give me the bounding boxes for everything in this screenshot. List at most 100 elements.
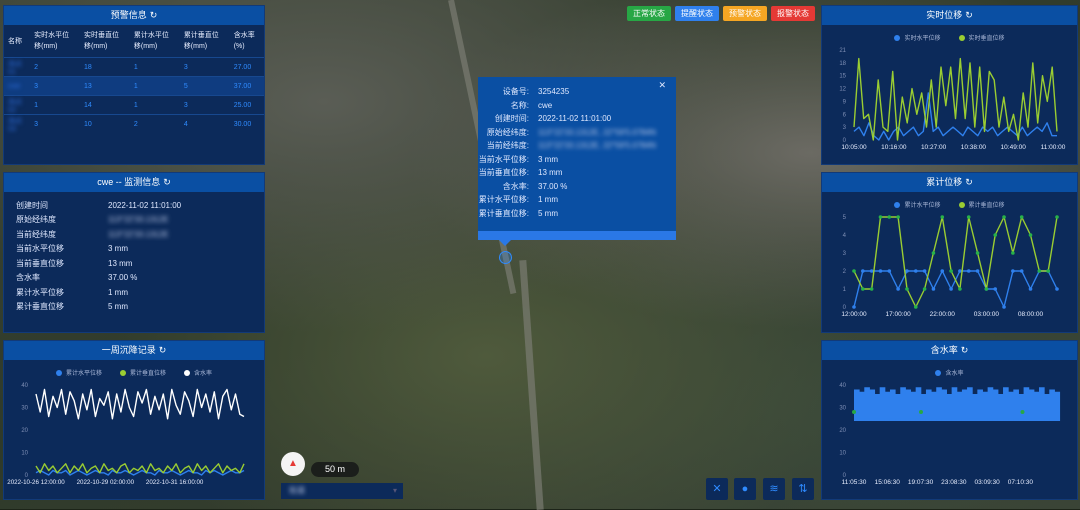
data-point[interactable]: [852, 305, 856, 309]
device-marker-icon[interactable]: [499, 251, 512, 264]
data-point[interactable]: [878, 269, 883, 273]
data-point[interactable]: [1019, 215, 1024, 219]
legend-item[interactable]: 累计水平位移: [55, 368, 102, 377]
data-point[interactable]: [966, 269, 971, 273]
table-row[interactable]: 测点03 3 10 2 4 30.00: [4, 114, 264, 134]
legend-item[interactable]: 累计水平位移: [894, 200, 941, 209]
x-tick-label: 19:07:30: [908, 479, 934, 486]
y-tick-label: 30: [21, 406, 28, 412]
data-point[interactable]: [940, 215, 945, 219]
panel-header: 实时位移 ↻: [822, 6, 1077, 25]
data-point[interactable]: [1028, 287, 1033, 291]
data-point[interactable]: [940, 269, 945, 273]
data-point[interactable]: [949, 269, 953, 273]
data-point[interactable]: [922, 287, 927, 291]
realtime-displacement-panel: 实时位移 ↻ 实时水平位移 实时垂直位移 0 3 6 9 12 15 18 21 10:05:00 10…: [821, 5, 1078, 165]
data-point[interactable]: [878, 215, 883, 219]
data-point[interactable]: [1037, 269, 1042, 273]
data-point[interactable]: [852, 269, 856, 273]
refresh-icon[interactable]: ↻: [163, 177, 171, 187]
data-point[interactable]: [1046, 269, 1050, 273]
data-point[interactable]: [1028, 233, 1033, 237]
data-point[interactable]: [975, 269, 980, 273]
data-point[interactable]: [958, 269, 962, 273]
cell-text: 3: [34, 82, 39, 90]
data-point[interactable]: [918, 410, 923, 414]
data-point[interactable]: [949, 287, 953, 291]
data-point[interactable]: [852, 410, 856, 414]
refresh-icon[interactable]: ↻: [150, 10, 158, 20]
refresh-icon[interactable]: ↻: [965, 10, 973, 20]
cell-text: 2: [34, 63, 39, 71]
data-point[interactable]: [958, 287, 962, 291]
marker-tool-button[interactable]: ●: [734, 478, 756, 500]
legend-item[interactable]: 累计垂直位移: [119, 368, 166, 377]
y-tick-label: 9: [843, 99, 847, 105]
popup-row: 原始经纬度: 113°22'33.1312E, 22°59'5.0784N: [478, 126, 676, 140]
data-point[interactable]: [975, 251, 980, 255]
data-point[interactable]: [1011, 269, 1015, 273]
x-tick-label: 10:49:00: [1001, 144, 1027, 151]
data-point[interactable]: [931, 251, 936, 255]
data-point[interactable]: [887, 215, 892, 219]
data-point[interactable]: [896, 215, 900, 219]
data-point[interactable]: [984, 287, 989, 291]
table-cell: 测点01: [4, 57, 31, 77]
layers-tool-button[interactable]: ≋: [763, 478, 785, 500]
legend-item[interactable]: 含水率: [935, 368, 964, 377]
info-row: 累计水平位移 1 mm: [16, 285, 252, 300]
data-point[interactable]: [869, 287, 874, 291]
data-point[interactable]: [861, 269, 865, 273]
scale-bar: 50 m: [311, 462, 359, 477]
data-point[interactable]: [905, 269, 909, 273]
layer-select[interactable]: 街道 ▾: [281, 483, 403, 499]
refresh-icon[interactable]: ↻: [159, 345, 167, 355]
data-point[interactable]: [922, 269, 927, 273]
table-row[interactable]: 测点02 1 14 1 3 25.00: [4, 95, 264, 115]
panel-header: 一周沉降记录 ↻: [4, 341, 264, 360]
data-point[interactable]: [913, 269, 918, 273]
table-row[interactable]: cwe 3 13 1 5 37.00: [4, 76, 264, 96]
data-point[interactable]: [966, 215, 971, 219]
data-point[interactable]: [1011, 251, 1015, 255]
data-point[interactable]: [913, 305, 918, 309]
panel-header: 预警信息 ↻: [4, 6, 264, 25]
column-header: 实时垂直位移(mm): [84, 32, 120, 50]
compass-icon[interactable]: ▲: [281, 452, 305, 476]
table-row[interactable]: 测点01 2 18 1 3 27.00: [4, 57, 264, 77]
info-label: 累计垂直位移: [16, 302, 64, 312]
data-point[interactable]: [1002, 305, 1006, 309]
legend-item[interactable]: 含水率: [184, 368, 212, 377]
status-button[interactable]: 提醒状态: [675, 6, 719, 21]
legend-item[interactable]: 累计垂直位移: [958, 200, 1005, 209]
data-point[interactable]: [1020, 410, 1025, 414]
data-point[interactable]: [869, 269, 874, 273]
data-point[interactable]: [1002, 215, 1006, 219]
table-cell: 25.00: [229, 95, 264, 115]
popup-row: 创建时间: 2022-11-02 11:01:00: [478, 112, 676, 126]
data-point[interactable]: [931, 287, 936, 291]
clear-tool-button[interactable]: ✕: [706, 478, 728, 500]
refresh-icon[interactable]: ↻: [961, 345, 969, 355]
legend-item[interactable]: 实时垂直位移: [958, 33, 1005, 42]
data-point[interactable]: [905, 287, 909, 291]
data-point[interactable]: [896, 287, 900, 291]
data-point[interactable]: [993, 233, 998, 237]
info-row: 当前经纬度 113°22'33.1312E: [16, 227, 252, 242]
close-icon[interactable]: ✕: [658, 80, 666, 91]
refresh-icon[interactable]: ↻: [965, 177, 973, 187]
swap-tool-button[interactable]: ⇅: [792, 478, 814, 500]
data-point[interactable]: [887, 269, 892, 273]
data-point[interactable]: [861, 287, 865, 291]
data-point[interactable]: [1055, 215, 1059, 219]
data-point[interactable]: [1019, 269, 1024, 273]
legend-item[interactable]: 实时水平位移: [894, 33, 941, 42]
status-button[interactable]: 报警状态: [771, 6, 815, 21]
info-label: 创建时间: [16, 200, 48, 210]
status-button[interactable]: 预警状态: [723, 6, 767, 21]
moisture-band: [854, 394, 1057, 419]
status-button[interactable]: 正常状态: [627, 6, 671, 21]
data-point[interactable]: [1055, 287, 1059, 291]
column-header: 含水率(%): [233, 32, 255, 50]
data-point[interactable]: [993, 287, 998, 291]
